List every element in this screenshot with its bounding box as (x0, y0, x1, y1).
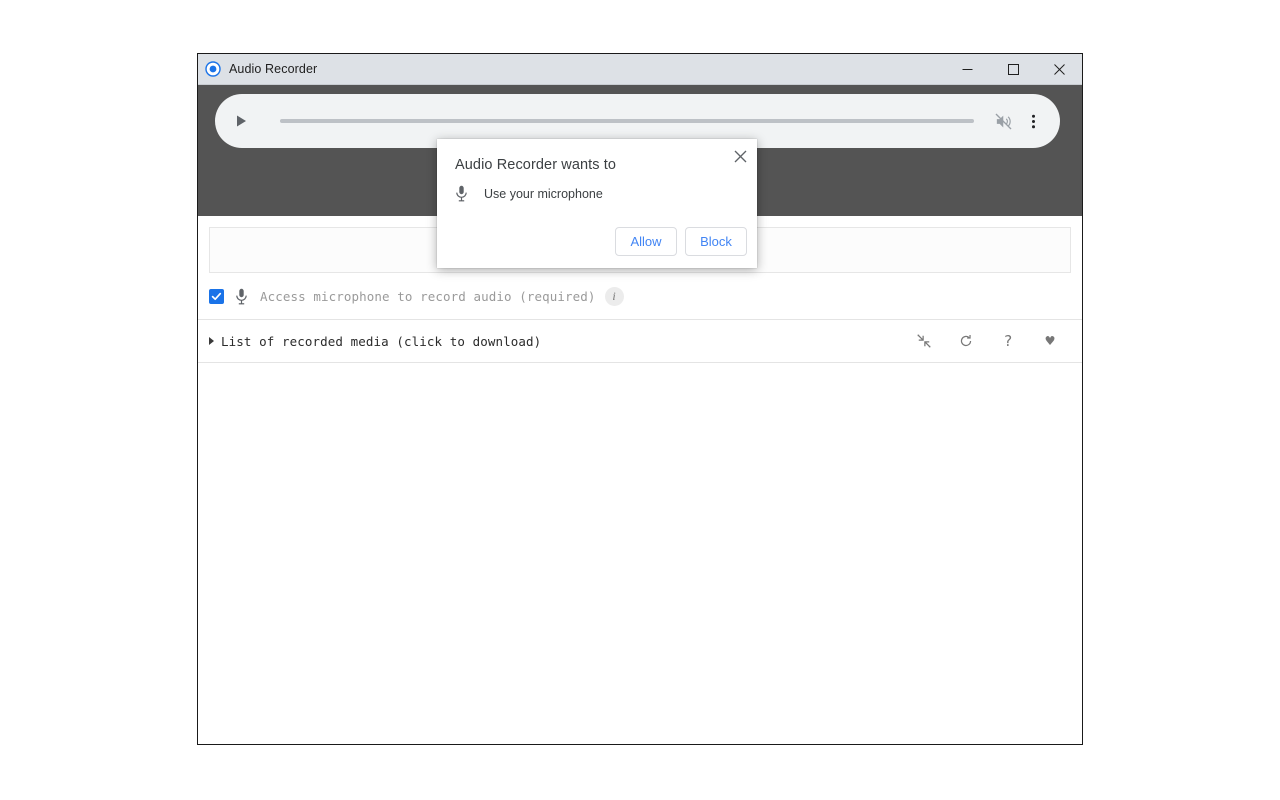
volume-muted-icon[interactable] (988, 106, 1018, 136)
dialog-title: Audio Recorder wants to (455, 157, 617, 173)
page-body: Loading, please wait ··· Access micropho… (198, 227, 1082, 744)
refresh-icon[interactable] (945, 326, 987, 356)
media-list-row: List of recorded media (click to downloa… (198, 319, 1082, 363)
microphone-permission-row: Access microphone to record audio (requi… (198, 273, 1082, 319)
microphone-icon (236, 288, 247, 304)
close-button[interactable] (1036, 54, 1082, 85)
favorite-icon[interactable]: ♥ (1029, 326, 1071, 356)
media-list-label: List of recorded media (click to downloa… (221, 333, 542, 349)
dialog-permission-text: Use your microphone (484, 186, 603, 201)
application-window: Audio Recorder Access microphone to reco… (197, 53, 1083, 745)
refresh-glyph (960, 335, 972, 347)
maximize-button[interactable] (990, 54, 1036, 85)
dialog-buttons: Allow Block (615, 227, 747, 256)
record-circle-icon (205, 61, 221, 77)
play-button[interactable] (224, 104, 258, 138)
more-vertical-icon[interactable] (1018, 106, 1048, 136)
title-bar: Audio Recorder (198, 54, 1082, 85)
help-glyph: ? (1003, 331, 1013, 350)
fullscreen-toggle-glyph (917, 334, 931, 348)
microphone-permission-dialog: Audio Recorder wants to Use your microph… (437, 139, 757, 268)
volume-muted-glyph (995, 113, 1011, 129)
window-title: Audio Recorder (229, 62, 318, 76)
media-list-disclosure-toggle[interactable]: List of recorded media (click to downloa… (209, 334, 903, 349)
microphone-permission-label: Access microphone to record audio (requi… (260, 288, 596, 304)
dialog-permission-item: Use your microphone (455, 185, 603, 202)
dialog-close-button[interactable] (728, 144, 752, 168)
heart-glyph: ♥ (1045, 331, 1055, 350)
info-icon[interactable]: i (604, 286, 624, 306)
allow-button[interactable]: Allow (615, 227, 677, 256)
list-actions: ? ♥ (903, 326, 1071, 356)
more-vertical-glyph (1031, 114, 1035, 128)
chevron-right-icon (209, 337, 214, 345)
minimize-button[interactable] (944, 54, 990, 85)
window-controls (944, 54, 1082, 85)
block-button[interactable]: Block (685, 227, 747, 256)
maximize-icon (1007, 64, 1019, 75)
checkmark-icon (211, 292, 222, 300)
microphone-access-checkbox[interactable] (209, 288, 224, 304)
microphone-icon (456, 185, 467, 202)
fullscreen-toggle-icon[interactable] (903, 326, 945, 356)
close-icon (1053, 64, 1065, 75)
minimize-icon (962, 69, 972, 70)
help-icon[interactable]: ? (987, 326, 1029, 356)
progress-slider[interactable] (280, 119, 974, 123)
play-icon (237, 115, 246, 127)
close-icon (734, 150, 746, 162)
